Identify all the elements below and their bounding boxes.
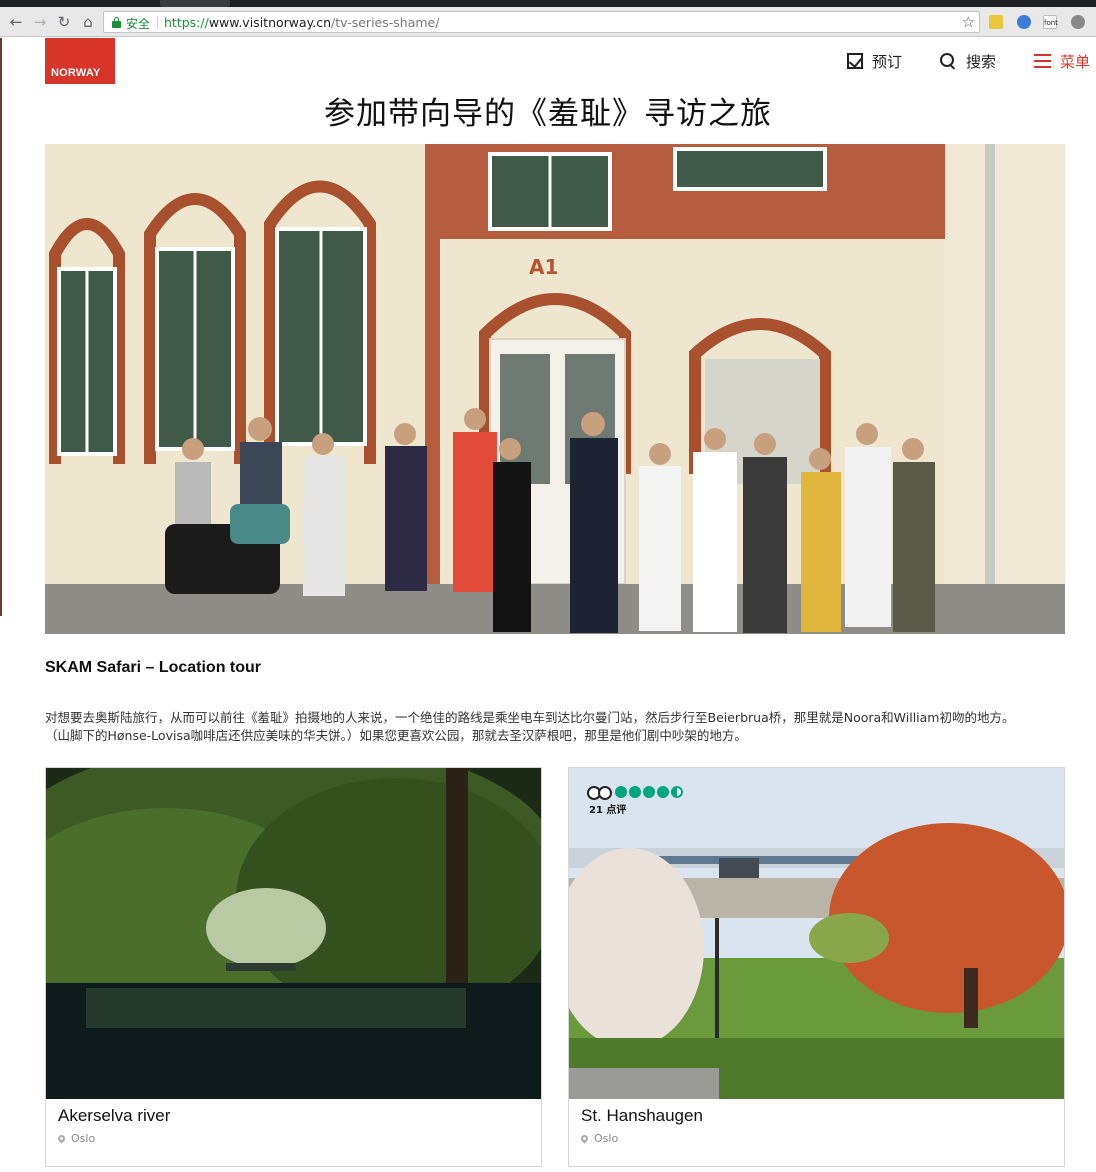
- review-count: 21 点评: [589, 805, 627, 816]
- lock-icon: [112, 17, 121, 28]
- search-button[interactable]: 搜索: [940, 50, 996, 72]
- address-bar[interactable]: 安全 https://www.visitnorway.cn/tv-series-…: [103, 11, 980, 33]
- forward-icon[interactable]: →: [31, 13, 49, 31]
- home-icon[interactable]: ⌂: [79, 13, 97, 31]
- book-button[interactable]: 预订: [847, 50, 902, 72]
- browser-toolbar: ← → ↻ ⌂ 安全 https://www.visitnorway.cn/tv…: [0, 7, 1096, 37]
- extension-icon-1[interactable]: [989, 15, 1003, 29]
- extension-icon-2[interactable]: [1017, 15, 1031, 29]
- card-title[interactable]: St. Hanshaugen: [581, 1106, 703, 1126]
- card-location: Oslo: [579, 1132, 619, 1145]
- font-extension-icon[interactable]: font: [1043, 15, 1058, 29]
- book-label: 预订: [872, 52, 903, 71]
- hero-illustration: A1: [45, 144, 1065, 634]
- rating-bubble-icon: [657, 786, 669, 798]
- tripadvisor-owl-icon: [587, 785, 612, 800]
- description-line-1: 对想要去奥斯陆旅行，从而可以前往《羞耻》拍摄地的人来说，一个绝佳的路线是乘坐电车…: [45, 710, 1015, 725]
- card-image-akerselva[interactable]: [46, 768, 541, 1099]
- section-heading: SKAM Safari – Location tour: [45, 659, 262, 676]
- reload-icon[interactable]: ↻: [55, 13, 73, 31]
- back-icon[interactable]: ←: [7, 13, 25, 31]
- attraction-card[interactable]: Akerselva river Oslo: [45, 767, 542, 1167]
- attraction-card[interactable]: 21 点评 St. Hanshaugen Oslo: [568, 767, 1065, 1167]
- description-line-2: （山脚下的Hønse-Lovisa咖啡店还供应美味的华夫饼。）如果您更喜欢公园，…: [45, 728, 747, 743]
- rating-bubble-icon: [643, 786, 655, 798]
- description-text: 对想要去奥斯陆旅行，从而可以前往《羞耻》拍摄地的人来说，一个绝佳的路线是乘坐电车…: [45, 709, 1065, 745]
- checkbox-icon: [847, 53, 863, 69]
- rating-bubble-icon: [629, 786, 641, 798]
- card-title[interactable]: Akerselva river: [58, 1106, 170, 1126]
- page-title: 参加带向导的《羞耻》寻访之旅: [324, 96, 772, 132]
- river-illustration: [46, 768, 541, 1099]
- address-divider: [157, 16, 158, 29]
- url-path: /tv-series-shame/: [331, 15, 440, 30]
- browser-tab[interactable]: [160, 0, 230, 7]
- bookmark-star-icon[interactable]: ☆: [962, 13, 975, 31]
- camera-extension-icon[interactable]: [1071, 15, 1085, 29]
- hero-photo: A1: [45, 144, 1065, 634]
- card-location-label: Oslo: [71, 1132, 96, 1145]
- rating-half-bubble-icon: [671, 786, 683, 798]
- browser-titlebar: [0, 0, 1096, 7]
- search-icon: [940, 52, 957, 70]
- park-illustration: [569, 768, 1064, 1099]
- map-pin-icon: [56, 1133, 67, 1144]
- norway-logo[interactable]: NORWAY: [45, 38, 115, 84]
- hamburger-menu-icon: [1034, 53, 1051, 69]
- rating-bubble-icon: [615, 786, 627, 798]
- map-pin-icon: [579, 1133, 590, 1144]
- secure-label: 安全: [126, 17, 151, 31]
- font-extension-label: font: [1044, 19, 1058, 27]
- tripadvisor-rating[interactable]: [587, 785, 685, 800]
- card-image-st-hanshaugen[interactable]: 21 点评: [569, 768, 1064, 1099]
- card-location: Oslo: [56, 1132, 96, 1145]
- menu-button[interactable]: 菜单: [1034, 50, 1090, 72]
- search-label: 搜索: [966, 52, 997, 71]
- url-host: www.visitnorway.cn: [208, 15, 332, 30]
- card-location-label: Oslo: [594, 1132, 619, 1145]
- menu-label: 菜单: [1060, 52, 1091, 71]
- url-text[interactable]: https://www.visitnorway.cn/tv-series-sha…: [164, 15, 439, 30]
- url-scheme: https://: [164, 15, 209, 30]
- building-sign: A1: [529, 255, 558, 279]
